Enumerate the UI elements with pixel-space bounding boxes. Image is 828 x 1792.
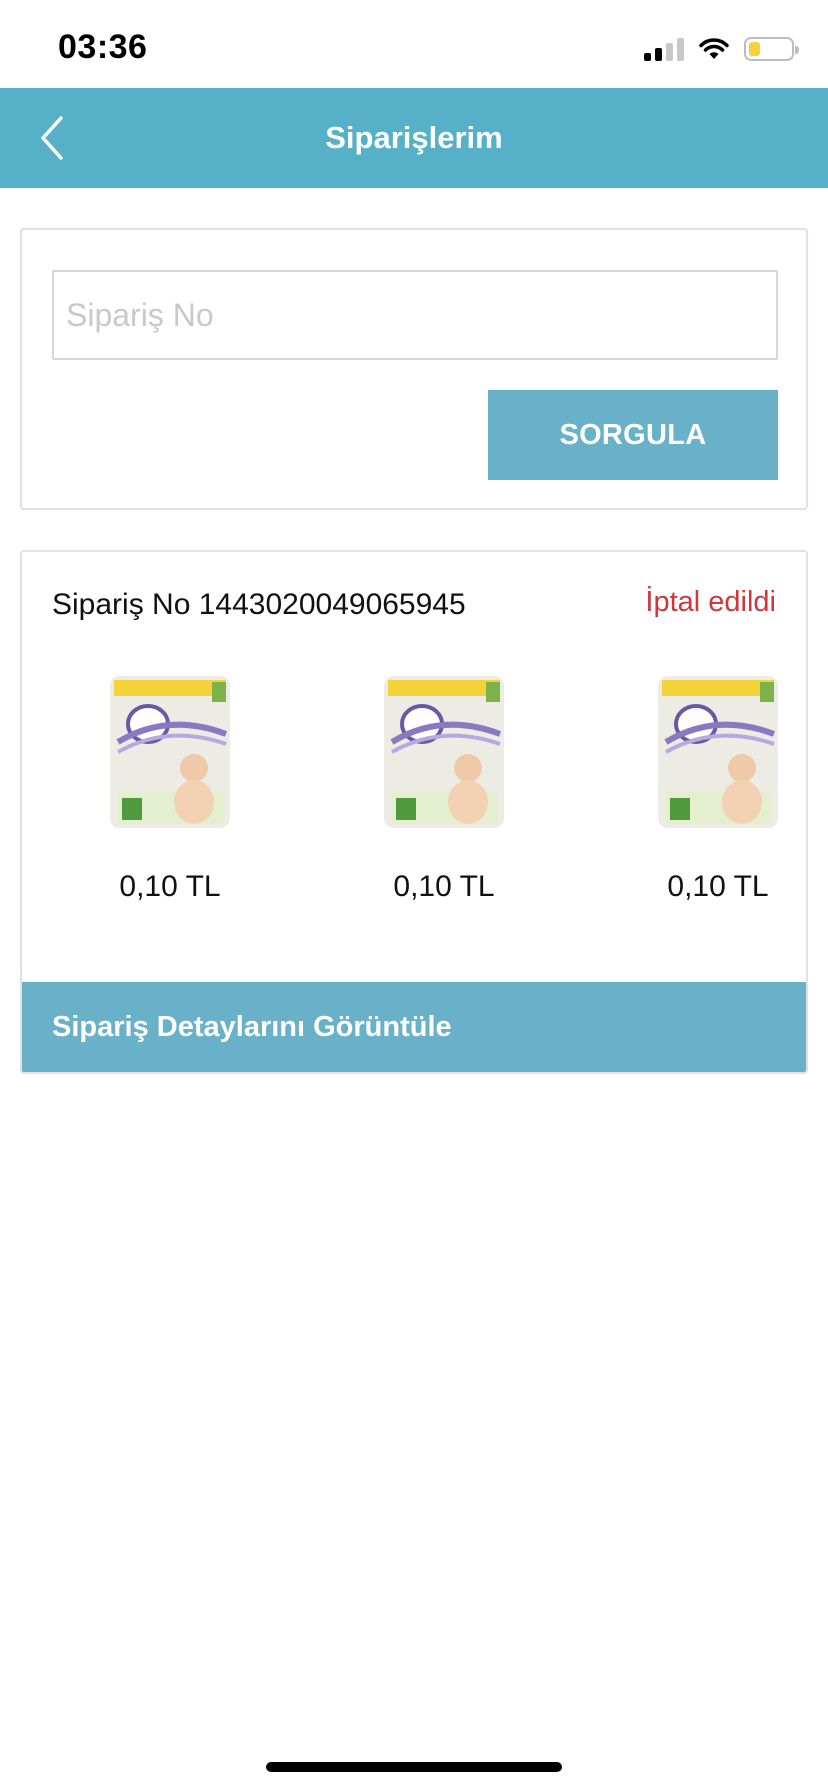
order-number: Sipariş No 1443020049065945 (52, 588, 466, 621)
order-card: Sipariş No 1443020049065945 İptal edildi… (20, 550, 808, 1074)
wifi-icon (699, 38, 729, 59)
query-button[interactable]: SORGULA (488, 390, 778, 480)
product-price: 0,10 TL (667, 870, 769, 903)
product-image (658, 676, 778, 828)
status-time: 03:36 (58, 28, 148, 66)
product-price: 0,10 TL (393, 870, 495, 903)
product-image (384, 676, 504, 828)
order-status-badge: İptal edildi (645, 586, 776, 618)
product-image (110, 676, 230, 828)
home-indicator[interactable] (266, 1762, 562, 1772)
product-item[interactable]: 0,10 TL (344, 672, 544, 903)
battery-level (749, 42, 760, 56)
product-item[interactable]: 0,10 TL (618, 672, 806, 903)
product-price: 0,10 TL (119, 870, 221, 903)
order-number-input[interactable] (52, 270, 778, 360)
view-order-details-button[interactable]: Sipariş Detaylarını Görüntüle (22, 982, 806, 1072)
status-icons (644, 34, 799, 64)
header-bar: Siparişlerim (0, 88, 828, 188)
battery-icon (744, 37, 799, 61)
cellular-signal-icon (644, 37, 684, 61)
status-bar: 03:36 (0, 0, 828, 88)
page-title: Siparişlerim (325, 120, 503, 155)
order-search-card: SORGULA (20, 228, 808, 510)
product-list: 0,10 TL 0,10 TL 0,10 TL (22, 672, 806, 903)
product-item[interactable]: 0,10 TL (70, 672, 270, 903)
